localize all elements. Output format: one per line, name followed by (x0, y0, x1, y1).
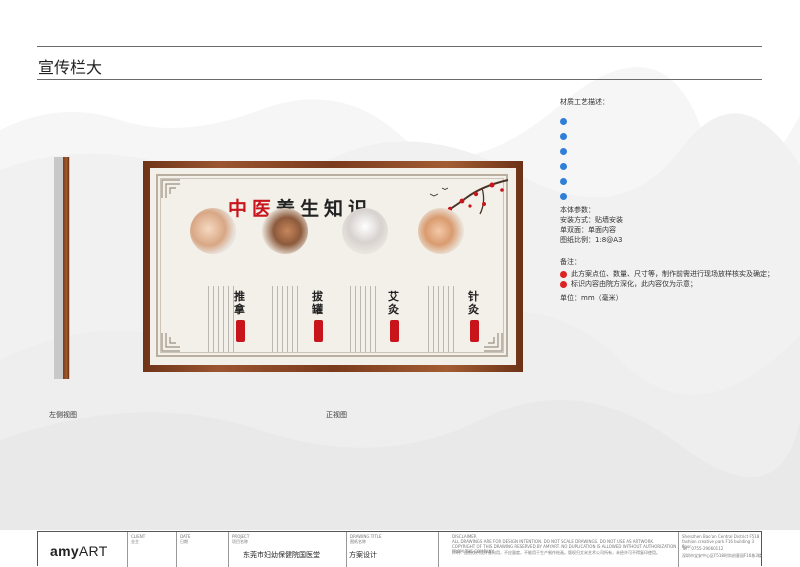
seal-acupuncture (470, 320, 479, 342)
remark-1-icon (560, 270, 567, 278)
header-top-rule (37, 46, 762, 47)
bullet-5-icon (560, 177, 567, 185)
disclaimer-cn: 声明：图纸仅供设计意向用，不应量度，不能用于生产制作绘画。版权归艾米艺术公司所有… (452, 550, 660, 555)
project-sub: 项目名称 (232, 539, 248, 544)
material-heading: 材质工艺描述： (560, 98, 609, 106)
front-view-label: 正视图 (326, 411, 347, 419)
title-block: amyART CLIENT 业主 DATE 日期 PROJECT 项目名称 东莞… (37, 531, 763, 567)
section-heading-massage: 推拿 (234, 290, 245, 316)
remarks-block: 备注： 此方案点位、数量、尺寸等，制作前需进行现场放样核实及确定； 标识内容由院… (560, 257, 774, 303)
bullet-item (560, 161, 571, 176)
bullet-item (560, 116, 571, 131)
front-view-board: 中医养生知识 推拿 拔罐 艾灸 针灸 (143, 161, 523, 372)
bullet-6-icon (560, 192, 567, 200)
massage-photo (190, 208, 236, 254)
client-sub: 业主 (131, 539, 139, 544)
params-heading: 本体参数： (560, 206, 595, 214)
side-view-board (54, 157, 70, 379)
disclaimer-cell: DISCLAIMER ALL DRAWINGS ARE FOR DESIGN I… (438, 532, 678, 567)
single-double-side: 单双面：单面内容 (560, 226, 616, 234)
moxibustion-photo (342, 208, 388, 254)
params-block: 本体参数： 安装方式：贴墙安装 单双面：单面内容 图纸比例：1:8@A3 (560, 205, 623, 245)
remark-2-icon (560, 280, 567, 288)
bullet-item (560, 191, 571, 206)
remark-1: 此方案点位、数量、尺寸等，制作前需进行现场放样核实及确定； (560, 269, 774, 279)
drawing-title-cell: DRAWING TITLE 图纸名称 方案设计 (346, 532, 438, 567)
bullet-3-icon (560, 147, 567, 155)
company-logo: amyART (50, 543, 108, 559)
board-panel: 中医养生知识 推拿 拔罐 艾灸 针灸 (150, 168, 516, 365)
seal-massage (236, 320, 245, 342)
bullet-item (560, 146, 571, 161)
project-cell: PROJECT 项目名称 东莞市妇幼保健院国医堂 (228, 532, 346, 567)
seal-moxibustion (390, 320, 399, 342)
telephone: Tel：0755-29060112 (682, 546, 724, 551)
drawing-scale: 图纸比例：1:8@A3 (560, 236, 623, 244)
bullet-item (560, 131, 571, 146)
cupping-photo (262, 208, 308, 254)
acupuncture-text-block (428, 286, 454, 352)
section-heading-acupuncture: 针灸 (468, 290, 479, 316)
bullet-4-icon (560, 162, 567, 170)
drawing-sub: 图纸名称 (350, 539, 366, 544)
section-heading-cupping: 拔罐 (312, 290, 323, 316)
bullet-item (560, 176, 571, 191)
bullet-list (560, 116, 571, 206)
remarks-heading: 备注： (560, 258, 581, 266)
header-bottom-rule (37, 79, 762, 80)
date-cell: DATE 日期 (176, 532, 228, 567)
page-title: 宣传栏大 (38, 58, 103, 77)
corner-pattern-icon (161, 179, 180, 198)
seal-cupping (314, 320, 323, 342)
cupping-text-block (272, 286, 298, 352)
section-heading-moxibustion: 艾灸 (388, 290, 399, 316)
drawing-title: 方案设计 (349, 551, 377, 559)
install-method: 安装方式：贴墙安装 (560, 216, 623, 224)
corner-pattern-icon (484, 333, 503, 352)
bullet-1-icon (560, 117, 567, 125)
address-cn: 深圳市宝安中心区F518时尚创意园F16栋3楼 (682, 553, 762, 558)
acupuncture-photo (418, 208, 464, 254)
corner-pattern-icon (161, 333, 180, 352)
unit: 单位：mm（毫米） (560, 294, 623, 302)
bullet-2-icon (560, 132, 567, 140)
project-name: 东莞市妇幼保健院国医堂 (243, 551, 320, 559)
left-view-label: 左侧视图 (49, 411, 77, 419)
moxibustion-text-block (350, 286, 376, 352)
client-cell: CLIENT 业主 (127, 532, 176, 567)
date-sub: 日期 (180, 539, 188, 544)
address-cell: Shenzhen Bao'an Central District F518 fa… (678, 532, 763, 567)
remark-2: 标识内容由院方深化，此内容仅为示意； (560, 279, 774, 289)
massage-text-block (208, 286, 234, 352)
